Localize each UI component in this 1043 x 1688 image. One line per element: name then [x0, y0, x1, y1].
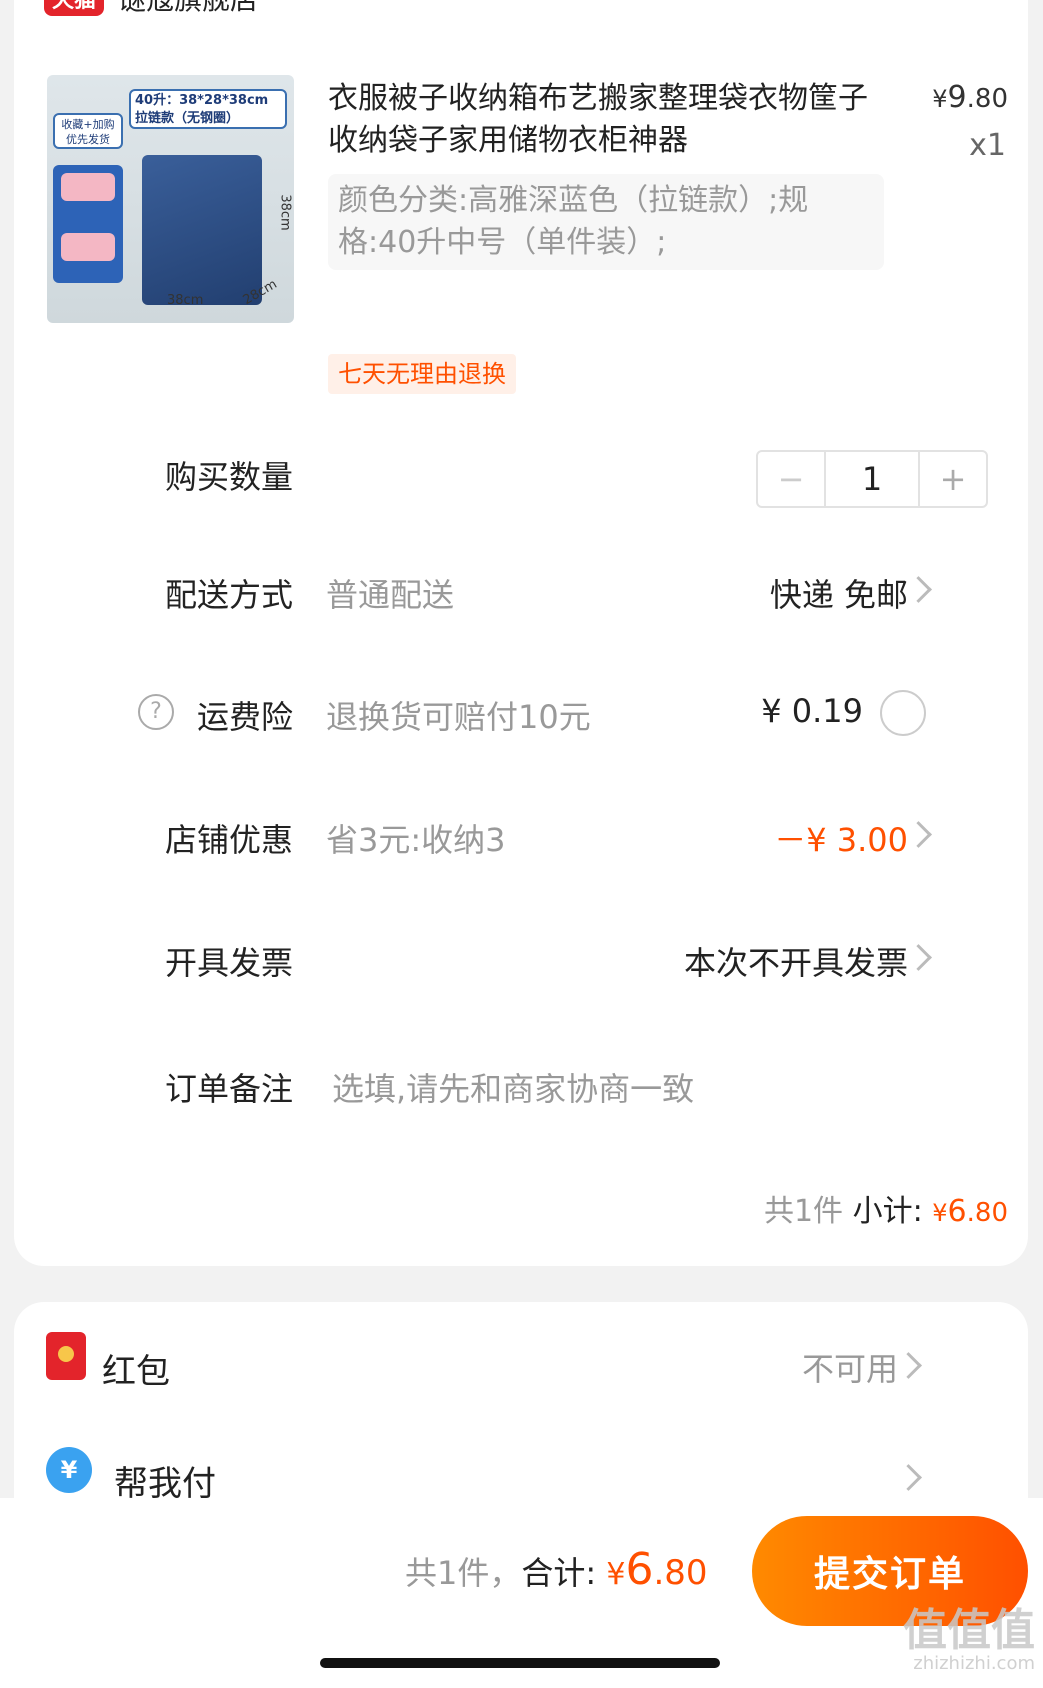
home-indicator[interactable]: [320, 1658, 720, 1668]
order-card: 天猫 谜寇旗舰店 40升：38*28*38cm 拉链款（无钢圈） 收藏+加购 优…: [14, 0, 1028, 1266]
store-header[interactable]: 天猫 谜寇旗舰店: [44, 0, 258, 18]
delivery-row[interactable]: 配送方式 普通配送 快递 免邮: [14, 560, 1028, 620]
subtotal-integer: 6: [947, 1194, 967, 1229]
total-label: 合计:: [521, 1554, 597, 1592]
tmall-badge: 天猫: [44, 0, 105, 16]
price-decimal: .80: [966, 84, 1008, 114]
chevron-right-icon: [905, 821, 932, 848]
price-currency: ¥: [932, 85, 948, 113]
quilt-illustration: [61, 173, 115, 201]
invoice-row[interactable]: 开具发票 本次不开具发票: [14, 928, 1028, 988]
watermark-url: zhizhizhi.com: [913, 1653, 1035, 1674]
pay-for-me-icon: ¥: [46, 1447, 92, 1493]
red-packet-label[interactable]: 红包: [102, 1344, 170, 1393]
product-image-side-panel: [53, 165, 123, 283]
sku-box[interactable]: 颜色分类:高雅深蓝色（拉链款）;规格:40升中号（单件装）;: [328, 174, 884, 270]
invoice-value: 本次不开具发票: [683, 944, 908, 982]
subtotal-currency: ¥: [932, 1199, 948, 1227]
total-currency: ¥: [606, 1557, 626, 1592]
chevron-right-icon: [895, 1464, 922, 1491]
product-title[interactable]: 衣服被子收纳箱布艺搬家整理袋衣物筐子收纳袋子家用储物衣柜神器: [328, 78, 868, 162]
delivery-label: 配送方式: [164, 576, 293, 614]
site-watermark: 值值值 zhizhizhi.com: [903, 1608, 1035, 1674]
chevron-right-icon: [895, 1352, 922, 1379]
total-integer: 6: [625, 1544, 654, 1595]
quantity-value[interactable]: 1: [826, 452, 918, 506]
dimension-width: 38cm: [167, 293, 204, 308]
dimension-height: 38cm: [277, 194, 293, 231]
subtotal-label: 小计:: [852, 1194, 923, 1229]
product-price: ¥9.80: [932, 80, 1008, 115]
insurance-radio[interactable]: [880, 690, 926, 736]
store-name[interactable]: 谜寇旗舰店: [118, 0, 258, 18]
clothes-illustration: [61, 233, 115, 261]
subtotal-amount: ¥6.80: [932, 1194, 1008, 1229]
note-label: 订单备注: [164, 1070, 293, 1108]
quantity-label: 购买数量: [164, 458, 293, 496]
storage-bag-illustration: [142, 155, 262, 305]
note-row: 订单备注 选填,请先和商家协商一致: [14, 1054, 1028, 1114]
red-packet-icon: [46, 1332, 86, 1380]
invoice-label: 开具发票: [164, 944, 293, 982]
insurance-label: 运费险: [196, 698, 293, 736]
discount-description: 省3元:收纳3: [326, 821, 506, 859]
subtotal-count: 共1件: [763, 1194, 844, 1229]
insurance-price: ¥ 0.19: [761, 692, 863, 730]
checkout-bar: 共1件，合计: ¥6.80 提交订单 值值值 zhizhizhi.com: [0, 1498, 1043, 1688]
sku-text: 颜色分类:高雅深蓝色（拉链款）;规格:40升中号（单件装）;: [338, 183, 809, 260]
discount-value: －¥ 3.00: [774, 821, 908, 859]
return-policy-tag: 七天无理由退换: [328, 354, 516, 394]
total-decimal: .80: [653, 1553, 708, 1593]
order-total: 共1件，合计: ¥6.80: [405, 1544, 708, 1595]
product-image-tag: 40升：38*28*38cm 拉链款（无钢圈）: [129, 89, 287, 129]
total-count: 共1件，: [405, 1554, 522, 1592]
product-image[interactable]: 40升：38*28*38cm 拉链款（无钢圈） 收藏+加购 优先发货 38cm …: [47, 75, 294, 323]
discount-label: 店铺优惠: [164, 821, 293, 859]
subtotal: 共1件 小计: ¥6.80: [764, 1186, 1008, 1230]
price-integer: 9: [947, 80, 967, 115]
delivery-value: 快递 免邮: [769, 576, 908, 614]
note-input[interactable]: 选填,请先和商家协商一致: [332, 1064, 694, 1110]
delivery-method: 普通配送: [326, 576, 455, 614]
help-icon[interactable]: ?: [138, 694, 174, 730]
insurance-description: 退换货可赔付10元: [326, 698, 591, 736]
quantity-stepper[interactable]: − 1 +: [756, 450, 988, 508]
discount-row[interactable]: 店铺优惠 省3元:收纳3 －¥ 3.00: [14, 805, 1028, 865]
red-packet-value[interactable]: 不可用: [802, 1344, 898, 1390]
insurance-row[interactable]: ? 运费险 退换货可赔付10元 ¥ 0.19: [14, 682, 1028, 742]
product-image-badge: 收藏+加购 优先发货: [53, 113, 123, 149]
subtotal-decimal: .80: [966, 1198, 1008, 1228]
chevron-right-icon: [905, 576, 932, 603]
product-quantity: x1: [969, 128, 1006, 163]
increment-button[interactable]: +: [918, 452, 986, 506]
decrement-button[interactable]: −: [758, 452, 826, 506]
watermark-logo: 值值值: [903, 1605, 1035, 1656]
chevron-right-icon: [905, 944, 932, 971]
total-amount: ¥6.80: [606, 1544, 707, 1595]
